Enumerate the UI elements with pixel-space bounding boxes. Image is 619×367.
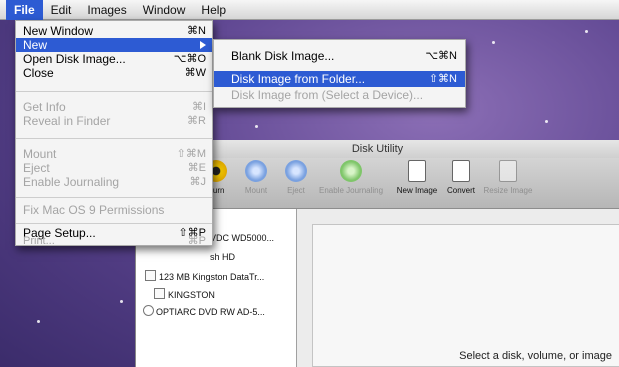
menu-images[interactable]: Images [79,0,134,20]
submenu-item-label: Disk Image from (Select a Device)... [231,88,424,102]
submenu-item-label: Blank Disk Image... [231,49,335,63]
menu-item-label: Mount [23,147,57,161]
detail-message: Select a disk, volume, or image [459,350,612,362]
menu-bar: File Edit Images Window Help [0,0,619,20]
menu-file[interactable]: File [6,0,43,20]
resize-image-icon [499,160,517,182]
disk-item[interactable]: 123 MB Kingston DataTr... [145,270,264,282]
desktop-star [255,125,258,128]
menu-item-new-window[interactable]: New Window ⌘N [16,24,212,38]
desktop-star [37,320,40,323]
menu-item-shortcut: ⌘J [189,176,207,188]
file-menu: New Window ⌘N New Open Disk Image... ⌥⌘O… [15,20,213,247]
submenu-item-disk-image-from-folder[interactable]: Disk Image from Folder... ⇧⌘N [214,71,465,87]
menu-item-open-disk-image[interactable]: Open Disk Image... ⌥⌘O [16,52,212,66]
menu-item-shortcut: ⌘I [191,101,206,113]
submenu-item-blank-disk-image[interactable]: Blank Disk Image... ⌥⌘N [214,48,465,64]
menu-separator [16,223,212,224]
menu-item-fix-permissions[interactable]: Fix Mac OS 9 Permissions [16,203,212,217]
journaling-icon [340,160,362,182]
menu-item-shortcut: ⌥⌘O [173,53,206,65]
menu-separator [16,197,212,198]
menu-window[interactable]: Window [135,0,194,20]
volume-item-label: KINGSTON [168,290,215,300]
mount-icon [245,160,267,182]
detail-pane: Select a disk, volume, or image [312,224,619,367]
desktop-star [120,300,123,303]
desktop-star [492,41,495,44]
volume-item[interactable]: sh HD [210,252,235,262]
menu-item-shortcut: ⌘N [187,25,206,37]
submenu-arrow-icon [200,41,206,49]
submenu-item-shortcut: ⇧⌘N [428,73,457,85]
new-submenu: Blank Disk Image... ⌥⌘N Disk Image from … [213,39,466,108]
new-image-icon [408,160,426,182]
journaling-label: Enable Journaling [319,186,384,195]
menu-item-shortcut: ⌘W [184,67,206,79]
menu-help[interactable]: Help [193,0,234,20]
menu-item-reveal-in-finder[interactable]: Reveal in Finder ⌘R [16,114,212,128]
menu-item-label: Print... [23,235,55,247]
menu-item-shortcut: ⌘E [187,162,206,174]
resize-image-button[interactable]: Resize Image [480,160,536,195]
menu-item-label: Get Info [23,100,66,114]
menu-item-label: Close [23,66,54,80]
menu-edit[interactable]: Edit [43,0,80,20]
submenu-item-label: Disk Image from Folder... [231,72,366,86]
submenu-item-disk-image-from-device[interactable]: Disk Image from (Select a Device)... [214,87,465,103]
menu-item-enable-journaling[interactable]: Enable Journaling ⌘J [16,175,212,189]
submenu-item-shortcut: ⌥⌘N [425,50,457,62]
drive-icon [145,270,156,281]
disk-item-label: 123 MB Kingston DataTr... [159,272,265,282]
menu-item-get-info[interactable]: Get Info ⌘I [16,100,212,114]
menu-item-label: Eject [23,161,50,175]
disk-item[interactable]: OPTIARC DVD RW AD-5... [143,305,265,317]
menu-item-label: New [23,38,48,52]
enable-journaling-button[interactable]: Enable Journaling [319,160,383,195]
drive-icon [154,288,165,299]
desktop-star [585,30,588,33]
menu-item-shortcut: ⇧⌘M [176,148,206,160]
menu-item-shortcut: ⌘P [187,235,206,247]
menu-item-shortcut: ⌘R [187,115,206,127]
menu-item-eject[interactable]: Eject ⌘E [16,161,212,175]
menu-item-label: Reveal in Finder [23,114,111,128]
menu-item-mount[interactable]: Mount ⇧⌘M [16,147,212,161]
optical-drive-icon [143,305,154,316]
eject-icon [285,160,307,182]
menu-item-close[interactable]: Close ⌘W [16,66,212,80]
resize-image-label: Resize Image [483,186,533,195]
eject-button[interactable]: Eject [268,160,324,195]
convert-icon [452,160,470,182]
menu-item-label: Enable Journaling [23,175,120,189]
menu-item-label: New Window [23,24,94,38]
menu-separator [16,138,212,139]
eject-label: Eject [287,186,305,195]
menu-item-new[interactable]: New [16,38,212,52]
menu-item-print[interactable]: Print... ⌘P [16,235,212,247]
disk-item-label: OPTIARC DVD RW AD-5... [156,307,265,317]
desktop-star [545,120,548,123]
menu-item-label: Open Disk Image... [23,52,126,66]
disk-item[interactable]: VDC WD5000... [210,233,274,243]
menu-separator [16,91,212,92]
menu-item-label: Fix Mac OS 9 Permissions [23,203,165,217]
volume-item[interactable]: KINGSTON [154,288,215,300]
